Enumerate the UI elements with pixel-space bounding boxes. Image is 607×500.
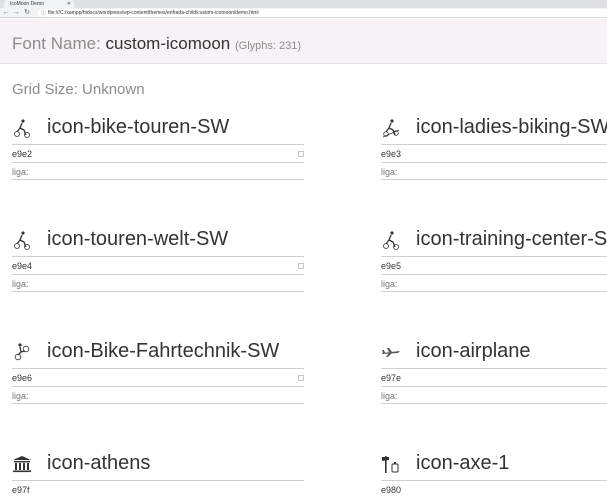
axe-icon: [382, 456, 399, 473]
glyph-code[interactable]: e980: [381, 485, 401, 495]
font-name-title: Font Name: custom-icomoon (Glyphs: 231): [12, 34, 301, 54]
reload-icon[interactable]: ↻: [23, 9, 31, 17]
glyph-name: icon-airplane: [416, 340, 531, 362]
glyph-liga: liga:: [381, 391, 398, 401]
glyph-card: icon-athens e97f: [12, 446, 304, 498]
browser-toolbar: ← → ↻ ⓘ file:///C:/xampp/htdocs/wordpres…: [0, 8, 607, 18]
glyph-liga-row: liga:: [12, 386, 304, 404]
cyclist-icon: [14, 231, 30, 250]
browser-tab-bar: IcoMoon Demo ✕: [0, 0, 607, 8]
glyph-count: (Glyphs: 231): [235, 40, 302, 52]
info-icon[interactable]: ⓘ: [41, 9, 46, 17]
cyclist-icon: [14, 119, 30, 138]
airplane-icon: [382, 348, 400, 357]
glyph-card: icon-axe-1 e980: [381, 446, 607, 498]
glyph-card: icon-touren-welt-SW e9e4 liga:: [12, 222, 304, 292]
glyph-card: icon-airplane e97e liga:: [381, 334, 607, 404]
address-url: file:///C:/xampp/htdocs/wordpress/wp-con…: [48, 10, 259, 16]
font-name-value: custom-icomoon: [105, 34, 231, 53]
glyph-liga-row: liga:: [12, 162, 304, 180]
glyph-code-row: e9e4: [12, 256, 304, 274]
glyph-code-row: e9e5: [381, 256, 607, 274]
glyph-code[interactable]: e9e2: [12, 149, 32, 159]
glyph-liga-row: liga:: [381, 162, 607, 180]
glyph-name: icon-touren-welt-SW: [47, 228, 229, 250]
glyph-liga: liga:: [381, 279, 398, 289]
glyph-code[interactable]: e9e4: [12, 261, 32, 271]
glyph-code[interactable]: e97f: [12, 485, 30, 495]
glyph-code[interactable]: e97e: [381, 373, 401, 383]
glyph-liga: liga:: [381, 167, 398, 177]
glyph-code-row: e9e6: [12, 368, 304, 386]
cyclist-icon: [383, 231, 399, 250]
glyph-name: icon-axe-1: [416, 452, 510, 474]
glyph-liga-row: liga:: [381, 274, 607, 292]
copy-checkbox[interactable]: [298, 263, 304, 269]
browser-tab[interactable]: IcoMoon Demo ✕: [4, 0, 74, 8]
glyph-card: icon-ladies-biking-SW e9e3 liga:: [381, 110, 607, 180]
glyph-code-row: e9e2: [12, 144, 304, 162]
tab-title: IcoMoon Demo: [10, 1, 44, 7]
cyclist-jump-icon: [14, 343, 30, 361]
glyph-liga: liga:: [12, 391, 29, 401]
glyph-name: icon-bike-touren-SW: [47, 116, 230, 138]
glyph-code-row: e97f: [12, 480, 304, 498]
glyph-liga-row: liga:: [12, 274, 304, 292]
close-tab-icon[interactable]: ✕: [67, 0, 71, 8]
glyph-code-row: e97e: [381, 368, 607, 386]
copy-checkbox[interactable]: [298, 375, 304, 381]
glyph-name: icon-Bike-Fahrtechnik-SW: [47, 340, 280, 362]
address-bar[interactable]: ⓘ file:///C:/xampp/htdocs/wordpress/wp-c…: [38, 9, 607, 17]
glyph-card: icon-bike-touren-SW e9e2 liga:: [12, 110, 304, 180]
back-icon[interactable]: ←: [2, 9, 10, 17]
glyph-name: icon-training-center-SW: [416, 228, 607, 250]
grid-size-label: Grid Size: Unknown: [12, 81, 145, 98]
glyph-code-row: e980: [381, 480, 607, 498]
copy-checkbox[interactable]: [298, 151, 304, 157]
glyph-code-row: e9e3: [381, 144, 607, 162]
glyph-card: icon-Bike-Fahrtechnik-SW e9e6 liga:: [12, 334, 304, 404]
temple-icon: [13, 456, 31, 473]
cyclist-icon: [382, 119, 400, 138]
glyph-liga-row: liga:: [381, 386, 607, 404]
glyph-code[interactable]: e9e5: [381, 261, 401, 271]
glyph-code[interactable]: e9e6: [12, 373, 32, 383]
forward-icon[interactable]: →: [12, 9, 20, 17]
glyph-liga: liga:: [12, 279, 29, 289]
font-name-label: Font Name:: [12, 34, 101, 53]
glyph-code[interactable]: e9e3: [381, 149, 401, 159]
glyph-name: icon-ladies-biking-SW: [416, 116, 607, 138]
glyph-liga: liga:: [12, 167, 29, 177]
glyph-card: icon-training-center-SW e9e5 liga:: [381, 222, 607, 292]
page-header: Font Name: custom-icomoon (Glyphs: 231): [0, 19, 607, 64]
glyph-name: icon-athens: [47, 452, 151, 474]
